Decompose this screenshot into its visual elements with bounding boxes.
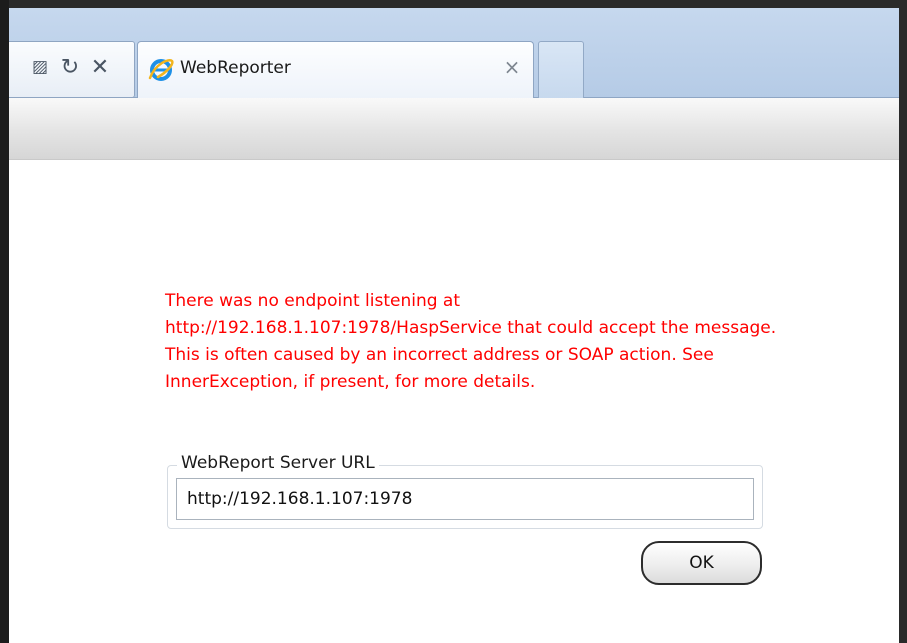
server-url-input[interactable] [176,478,754,520]
server-url-label: WebReport Server URL [177,453,379,473]
command-bar [9,98,899,160]
stop-icon[interactable]: ✕ [87,54,113,80]
page-content [9,161,899,643]
top-window-border [0,0,907,8]
internet-explorer-icon [148,59,174,81]
new-tab-button[interactable] [538,41,584,98]
error-message: There was no endpoint listening at http:… [165,291,777,392]
right-window-border [899,0,907,643]
left-window-border [0,0,9,643]
tab-close-icon[interactable]: × [500,55,524,81]
refresh-icon[interactable]: ↻ [57,54,83,80]
browser-window: ▨ ↻ ✕ WebReporter × There was no endpoin… [0,0,907,643]
compatibility-view-icon[interactable]: ▨ [27,54,53,80]
tab-title: WebReporter [180,58,291,78]
ok-button[interactable]: OK [641,541,762,585]
